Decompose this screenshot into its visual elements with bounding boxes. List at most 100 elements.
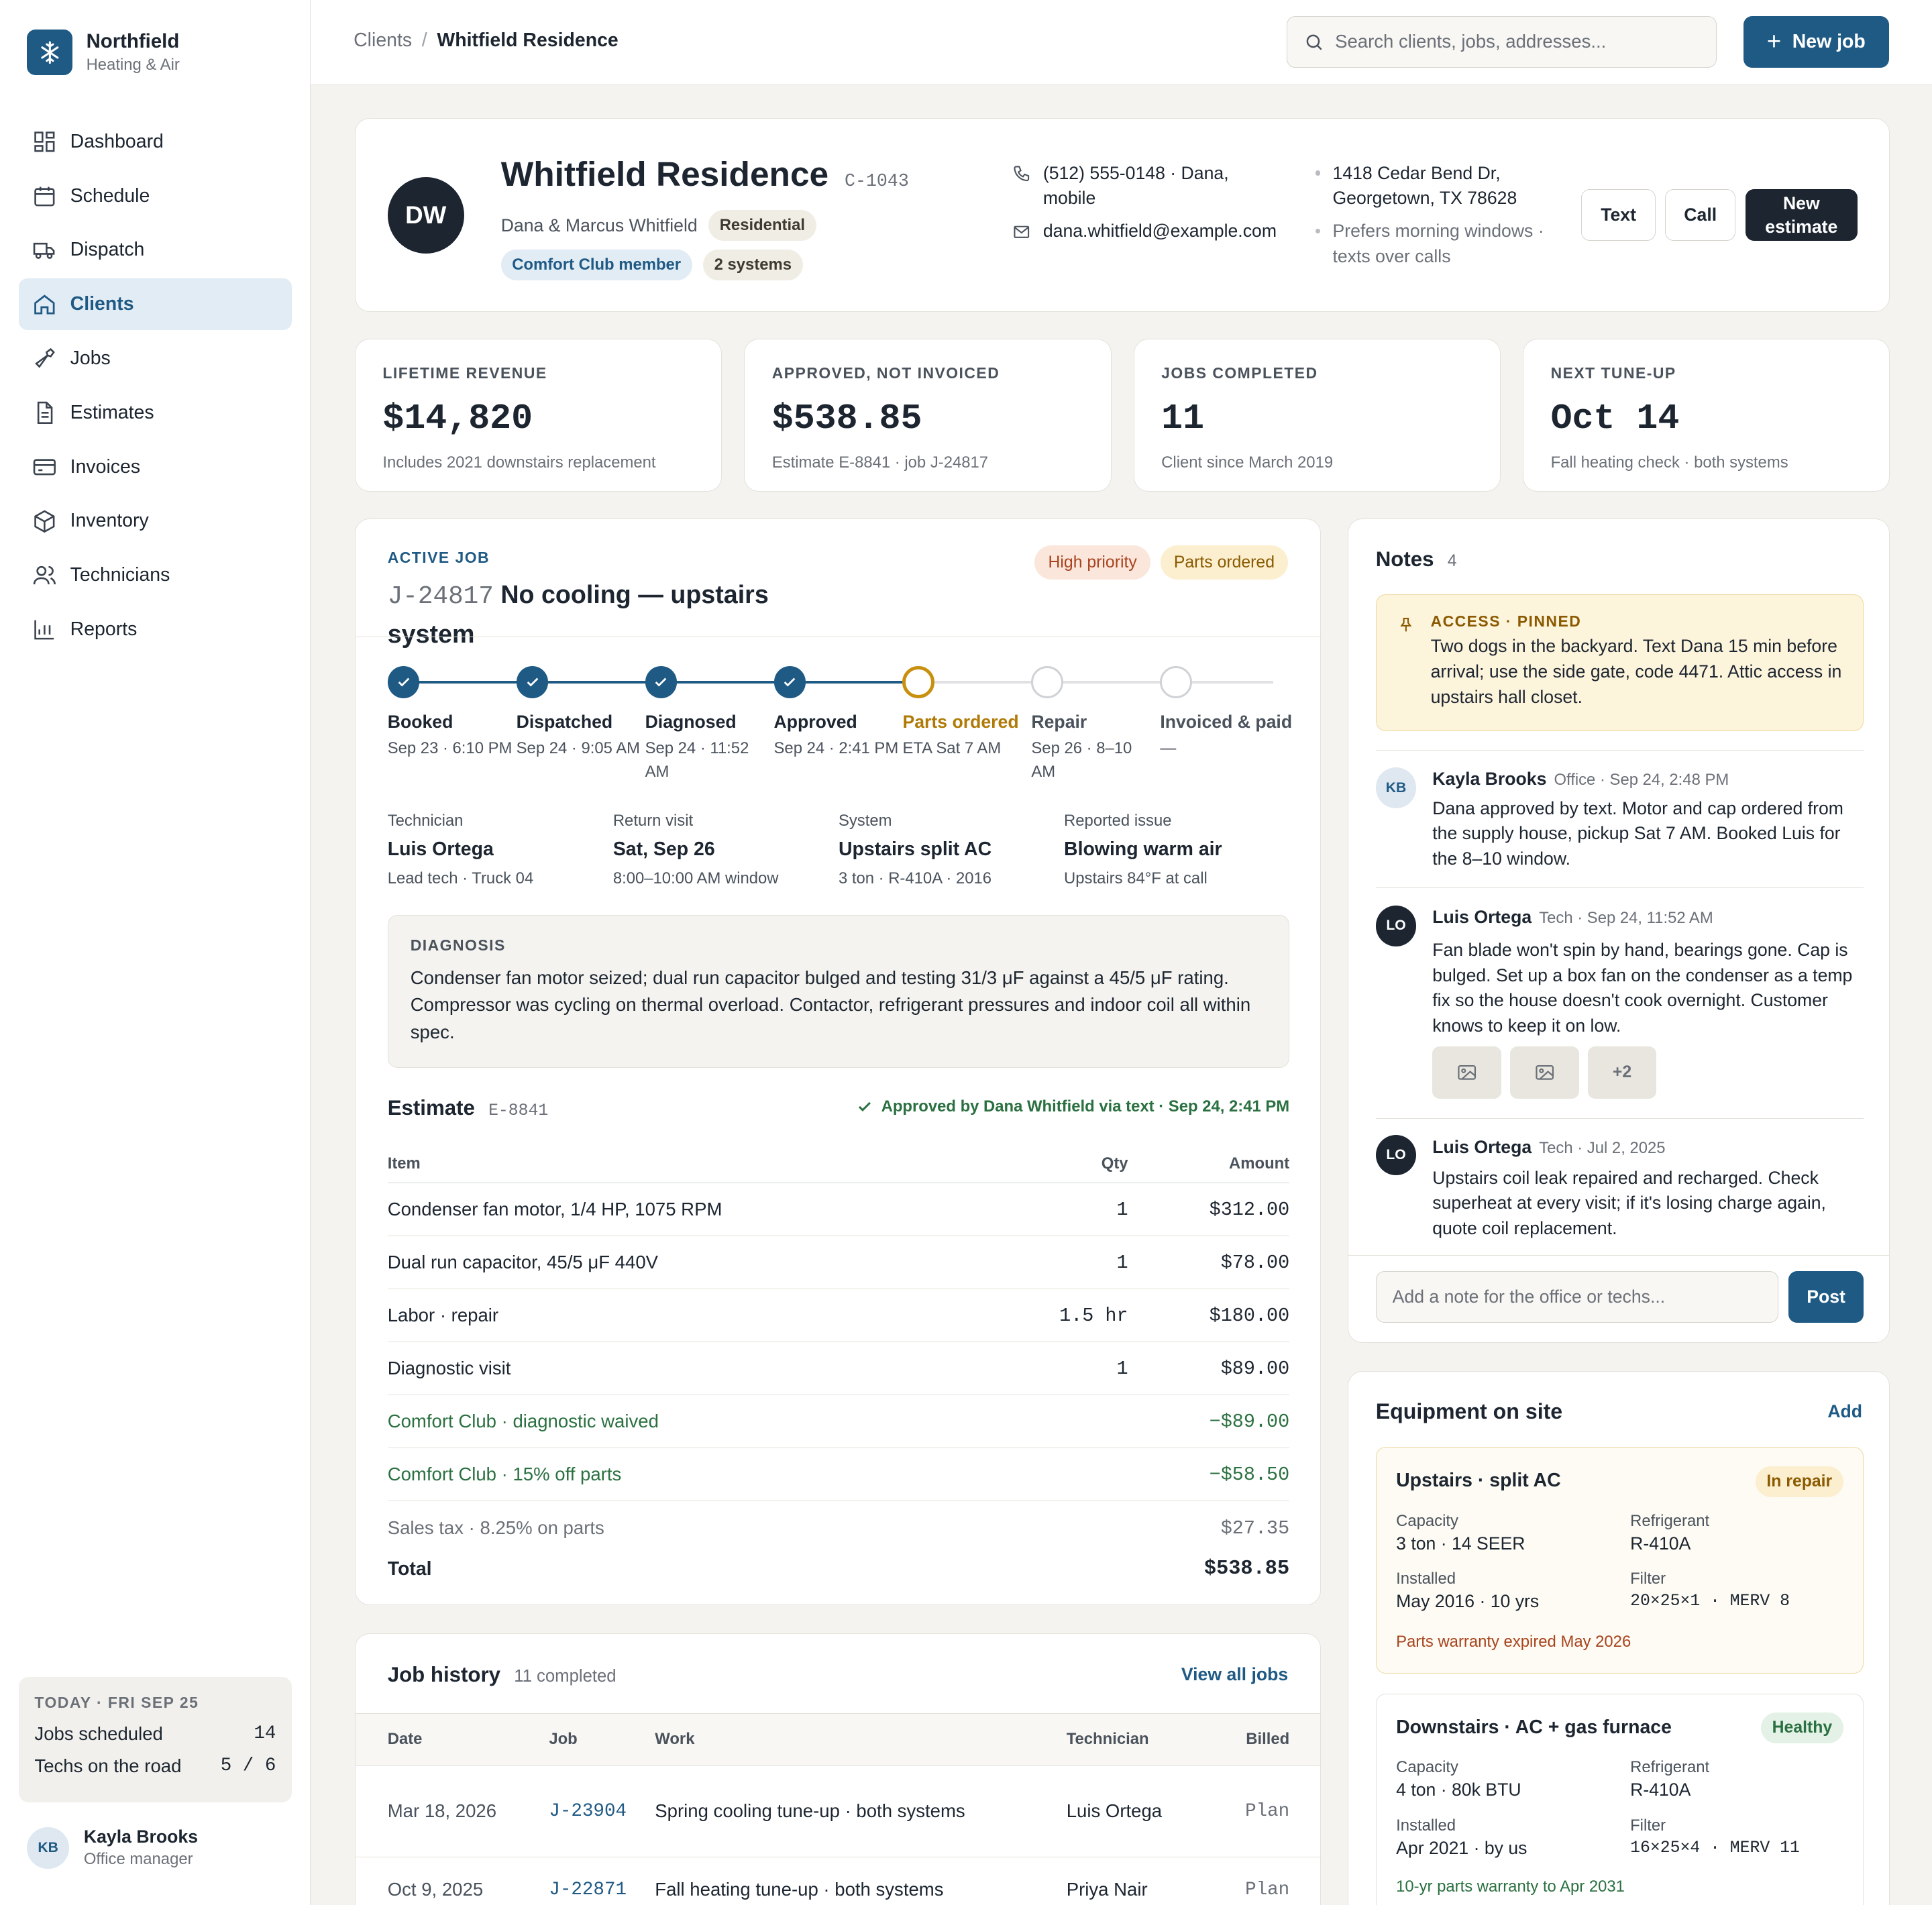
stat-label: APPROVED, NOT INVOICED bbox=[771, 364, 1000, 382]
current-user[interactable]: KB Kayla Brooks Office manager bbox=[27, 1826, 198, 1870]
today-title: TODAY · FRI SEP 25 bbox=[34, 1694, 199, 1712]
line-amount: $89.00 bbox=[1220, 1357, 1290, 1380]
email-row[interactable]: dana.whitfield@example.com bbox=[1012, 219, 1277, 244]
client-name: Whitfield Residence bbox=[500, 154, 829, 193]
stat-label: LIFETIME REVENUE bbox=[382, 364, 547, 382]
spec-key: Refrigerant bbox=[1630, 1758, 1710, 1777]
note-input-box[interactable] bbox=[1375, 1270, 1779, 1323]
sidebar-item-technicians[interactable]: Technicians bbox=[19, 549, 292, 601]
call-button[interactable]: Call bbox=[1665, 189, 1736, 241]
sidebar-item-schedule[interactable]: Schedule bbox=[19, 170, 292, 221]
fact-value[interactable]: Luis Ortega bbox=[388, 838, 613, 861]
spec-key: Installed bbox=[1396, 1816, 1456, 1835]
fact-sub: Lead tech · Truck 04 bbox=[387, 869, 534, 888]
text-button[interactable]: Text bbox=[1581, 189, 1656, 241]
total-label: Total bbox=[387, 1558, 432, 1580]
estimate-id[interactable]: E-8841 bbox=[488, 1101, 548, 1120]
row-billed: Plan bbox=[1245, 1800, 1290, 1822]
fact-sub: 8:00–10:00 AM window bbox=[612, 869, 779, 888]
jobs-scheduled-value: 14 bbox=[254, 1723, 276, 1744]
client-email: dana.whitfield@example.com bbox=[1042, 221, 1277, 241]
note-attachments: +2 bbox=[1432, 1046, 1665, 1099]
client-contact: (512) 555-0148 · Dana, mobile dana.whitf… bbox=[1012, 161, 1277, 252]
row-job-link[interactable]: J-22871 bbox=[549, 1880, 655, 1900]
image-icon[interactable] bbox=[1432, 1046, 1502, 1099]
more-attachments-button[interactable]: +2 bbox=[1587, 1046, 1657, 1099]
post-note-button[interactable]: Post bbox=[1788, 1270, 1864, 1323]
priority-badge: High priority bbox=[1034, 545, 1150, 580]
stat-approved-not-invoiced: APPROVED, NOT INVOICED $538.85 Estimate … bbox=[744, 339, 1112, 492]
search-box[interactable] bbox=[1286, 15, 1717, 68]
sidebar-item-label: Clients bbox=[70, 293, 134, 315]
line-item: Dual run capacitor, 45/5 μF 440V bbox=[387, 1252, 659, 1273]
estimate-line: Diagnostic visit 1 $89.00 bbox=[387, 1342, 1290, 1396]
phone-row[interactable]: (512) 555-0148 · Dana, mobile bbox=[1012, 161, 1277, 211]
today-summary: TODAY · FRI SEP 25 Jobs scheduled 14 Tec… bbox=[18, 1676, 292, 1803]
sidebar-item-label: Reports bbox=[70, 618, 138, 641]
sidebar-item-inventory[interactable]: Inventory bbox=[19, 495, 292, 547]
row-job-link[interactable]: J-23904 bbox=[549, 1801, 655, 1822]
brand[interactable]: Northfield Heating & Air bbox=[27, 30, 180, 76]
bar-chart-icon bbox=[32, 617, 57, 642]
image-icon[interactable] bbox=[1509, 1046, 1579, 1099]
search-input[interactable] bbox=[1335, 31, 1693, 53]
spec-refrigerant: R-410A bbox=[1630, 1780, 1691, 1800]
client-phone: (512) 555-0148 · Dana, mobile bbox=[1042, 162, 1229, 209]
new-job-button[interactable]: + New job bbox=[1743, 15, 1889, 68]
job-history-title: Job history 11 completed bbox=[388, 1663, 616, 1687]
step-time: Sep 26 · 8–10 AM bbox=[1031, 739, 1132, 781]
sidebar-item-label: Jobs bbox=[70, 347, 111, 369]
sidebar-item-estimates[interactable]: Estimates bbox=[19, 387, 292, 439]
approval-text: Approved by Dana Whitfield via text · Se… bbox=[881, 1097, 1290, 1115]
status-badge: Healthy bbox=[1761, 1712, 1843, 1744]
note-input[interactable] bbox=[1392, 1286, 1762, 1307]
step-label: Parts ordered bbox=[902, 711, 1019, 732]
job-facts: Technician Luis Ortega Lead tech · Truck… bbox=[388, 812, 1289, 889]
view-all-jobs-link[interactable]: View all jobs bbox=[1181, 1664, 1288, 1685]
equipment-unit[interactable]: Upstairs · split AC In repair Capacity 3 … bbox=[1375, 1447, 1864, 1674]
sidebar-item-label: Inventory bbox=[70, 510, 149, 532]
equipment-title: Equipment on site bbox=[1375, 1399, 1563, 1423]
warranty-note: 10-yr parts warranty to Apr 2031 bbox=[1396, 1877, 1625, 1896]
brand-name: Northfield bbox=[86, 30, 180, 53]
stat-label: NEXT TUNE-UP bbox=[1550, 364, 1676, 382]
sidebar-item-dashboard[interactable]: Dashboard bbox=[19, 116, 292, 168]
note-author: Luis Ortega bbox=[1432, 906, 1532, 927]
status-badge: Parts ordered bbox=[1160, 545, 1289, 580]
new-estimate-button[interactable]: New estimate bbox=[1745, 189, 1858, 241]
add-equipment-button[interactable]: Add bbox=[1827, 1401, 1862, 1422]
sidebar-item-clients[interactable]: Clients bbox=[18, 278, 292, 331]
equipment-unit[interactable]: Downstairs · AC + gas furnace Healthy Ca… bbox=[1375, 1693, 1864, 1905]
bullet-icon bbox=[1315, 228, 1321, 234]
col-technician: Technician bbox=[1066, 1730, 1149, 1749]
job-progress-timeline: Booked Dispatched Diagnosed Approved Par… bbox=[387, 665, 1292, 790]
fact-key: System bbox=[838, 811, 892, 830]
note-meta: Tech · Jul 2, 2025 bbox=[1539, 1139, 1666, 1158]
breadcrumb-current: Whitfield Residence bbox=[437, 30, 619, 52]
breadcrumb-clients-link[interactable]: Clients bbox=[354, 30, 412, 51]
note-author: Kayla Brooks bbox=[1432, 769, 1547, 790]
fact-value: Blowing warm air bbox=[1064, 838, 1222, 861]
spec-capacity: 4 ton · 80k BTU bbox=[1396, 1780, 1521, 1800]
stat-sub: Fall heating check · both systems bbox=[1550, 453, 1788, 472]
sidebar-item-invoices[interactable]: Invoices bbox=[19, 441, 292, 493]
sidebar-item-label: Dispatch bbox=[70, 239, 145, 261]
notes-heading: Notes bbox=[1375, 547, 1434, 572]
avatar: LO bbox=[1375, 906, 1417, 946]
breadcrumb: Clients / Whitfield Residence bbox=[354, 30, 619, 52]
table-row[interactable]: Mar 18, 2026 J-23904 Spring cooling tune… bbox=[355, 1766, 1320, 1857]
sidebar-item-reports[interactable]: Reports bbox=[19, 604, 292, 655]
divider bbox=[1348, 1254, 1890, 1256]
estimate-approval: Approved by Dana Whitfield via text · Se… bbox=[857, 1097, 1289, 1116]
discount-item: Comfort Club · diagnostic waived bbox=[387, 1411, 659, 1432]
sidebar-item-dispatch[interactable]: Dispatch bbox=[19, 224, 292, 276]
line-qty: 1 bbox=[1116, 1198, 1128, 1221]
step-label: Diagnosed bbox=[645, 711, 737, 732]
job-id[interactable]: J-24817 bbox=[388, 583, 494, 611]
spec-filter: 20×25×1 · MERV 8 bbox=[1630, 1592, 1790, 1611]
table-row[interactable]: Oct 9, 2025 J-22871 Fall heating tune-up… bbox=[356, 1857, 1320, 1905]
tax-amount: $27.35 bbox=[1220, 1517, 1290, 1539]
sidebar-item-jobs[interactable]: Jobs bbox=[19, 333, 292, 384]
notes-count: 4 bbox=[1447, 552, 1457, 571]
line-amount: $180.00 bbox=[1209, 1304, 1290, 1327]
